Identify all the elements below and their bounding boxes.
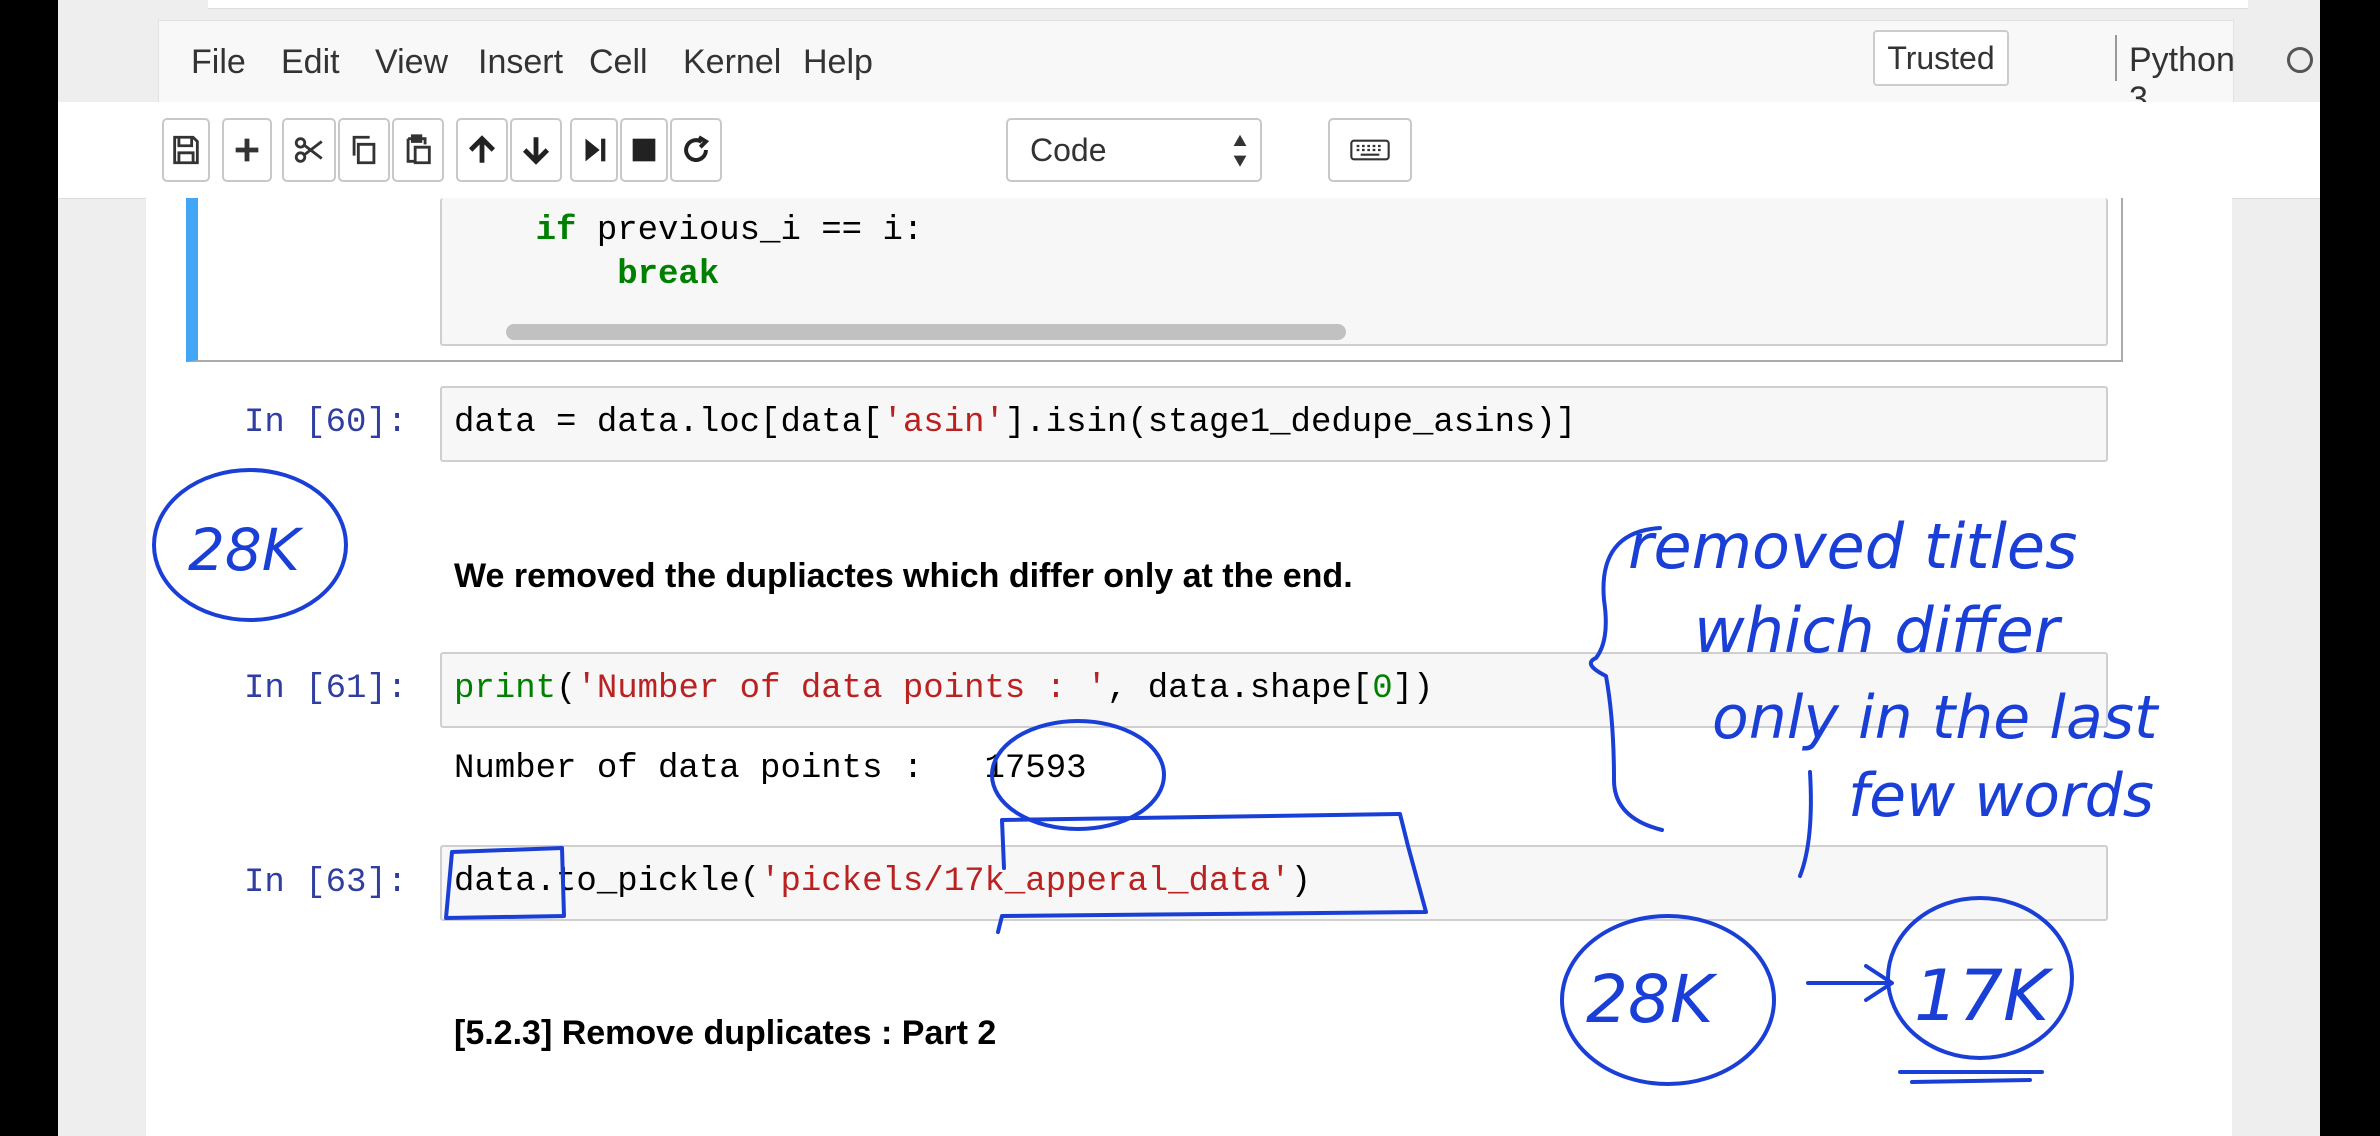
menubar: File Edit View Insert Cell Kernel Help T… (158, 20, 2313, 118)
code-line: data = data.loc[data['asin'].isin(stage1… (454, 404, 1577, 442)
menu-file[interactable]: File (191, 43, 246, 82)
screen-edge (2320, 0, 2380, 1136)
markdown-text: We removed the dupliactes which differ o… (454, 557, 1353, 595)
browser-edge (208, 0, 2248, 9)
stop-icon (632, 138, 656, 162)
move-down-button[interactable] (510, 118, 562, 182)
cell-prompt: In [60]: (244, 404, 408, 442)
arrow-down-icon (522, 137, 550, 165)
notebook-page: File Edit View Insert Cell Kernel Help T… (58, 0, 2320, 1136)
restart-button[interactable] (670, 118, 722, 182)
cell-prompt: In [63]: (244, 864, 408, 902)
menu-kernel[interactable]: Kernel (683, 43, 781, 82)
copy-icon (352, 135, 376, 165)
restart-icon (684, 135, 710, 162)
interrupt-button[interactable] (620, 118, 668, 182)
menu-insert[interactable]: Insert (478, 43, 563, 82)
trusted-badge[interactable]: Trusted (1873, 30, 2009, 86)
scissors-icon (294, 137, 323, 163)
kernel-idle-icon (2287, 47, 2313, 73)
paste-button[interactable] (392, 118, 444, 182)
code-input-63[interactable]: data.to_pickle('pickels/17k_apperal_data… (440, 845, 2108, 921)
copy-button[interactable] (338, 118, 390, 182)
cell-prompt: In [61]: (244, 670, 408, 708)
toolbar: Code (58, 102, 2320, 199)
code-line: if previous_i == i: (454, 212, 924, 250)
cell-type-value: Code (1030, 132, 1107, 168)
code-input-60[interactable]: data = data.loc[data['asin'].isin(stage1… (440, 386, 2108, 462)
run-button[interactable] (570, 118, 618, 182)
kernel-separator (2115, 35, 2117, 81)
keyboard-icon (1350, 139, 1390, 161)
menu-cell[interactable]: Cell (589, 43, 648, 82)
cell-output: Number of data points : 17593 (454, 750, 1087, 788)
move-up-button[interactable] (456, 118, 508, 182)
cell-type-select[interactable]: Code (1006, 118, 1262, 182)
code-line: print('Number of data points : ', data.s… (454, 670, 1434, 708)
code-input-61[interactable]: print('Number of data points : ', data.s… (440, 652, 2108, 728)
cell-horizontal-scrollbar[interactable] (506, 324, 1346, 340)
save-icon (173, 135, 199, 165)
select-arrows-icon (1233, 134, 1247, 167)
code-line: break (454, 256, 720, 294)
step-forward-icon (585, 138, 606, 162)
insert-cell-button[interactable] (222, 118, 272, 182)
menu-view[interactable]: View (375, 43, 448, 82)
arrow-up-icon (468, 135, 496, 163)
plus-icon (235, 138, 259, 162)
cut-button[interactable] (282, 118, 336, 182)
save-button[interactable] (162, 118, 210, 182)
command-palette-button[interactable] (1328, 118, 1412, 182)
menu-edit[interactable]: Edit (281, 43, 340, 82)
markdown-heading: [5.2.3] Remove duplicates : Part 2 (454, 1014, 997, 1052)
paste-icon (406, 134, 431, 165)
code-line: data.to_pickle('pickels/17k_apperal_data… (454, 863, 1311, 901)
menu-help[interactable]: Help (803, 43, 873, 82)
